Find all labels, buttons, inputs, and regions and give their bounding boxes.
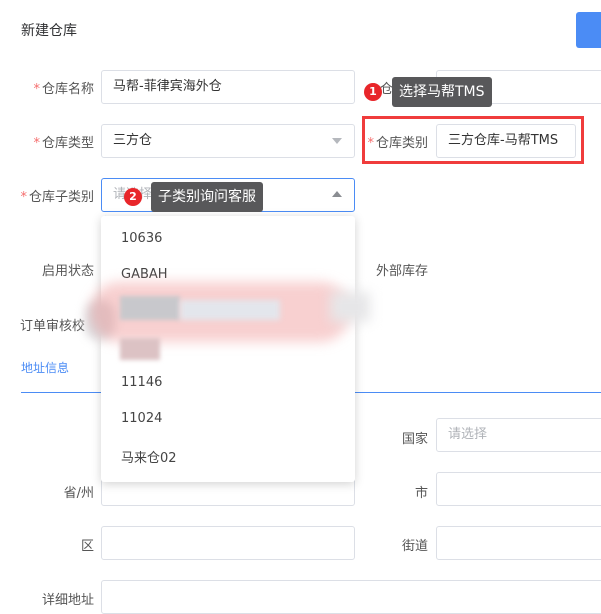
step-tooltip-2: 子类别询问客服 [151, 182, 263, 212]
country-select[interactable]: 请选择 [436, 418, 601, 452]
step-badge-2: 2 [124, 188, 142, 206]
step-tooltip-1: 选择马帮TMS [392, 77, 492, 107]
warehouse-type-select[interactable]: 三方仓 [101, 124, 355, 158]
warehouse-type-value: 三方仓 [113, 133, 153, 148]
primary-button[interactable] [576, 12, 601, 48]
warehouse-type-label: * 仓库类型 [33, 136, 94, 151]
district-label: 区 [80, 539, 94, 554]
enable-status-label: 启用状态 [41, 264, 94, 279]
street-label: 街道 [401, 539, 428, 554]
dropdown-option[interactable]: 11146 [121, 375, 162, 390]
dropdown-option[interactable]: 马来仓02 [121, 447, 177, 466]
dropdown-option[interactable]: GABAH [121, 267, 168, 282]
page-title: 新建仓库 [21, 23, 77, 39]
warehouse-subtype-label: * 仓库子类别 [20, 190, 94, 205]
dropdown-option[interactable]: 11024 [121, 411, 162, 426]
redaction-blur [120, 296, 180, 320]
redaction-blur [330, 292, 370, 322]
dropdown-option[interactable]: 10636 [121, 231, 162, 246]
order-review-label: 订单审核校 [20, 319, 86, 334]
chevron-down-icon [332, 138, 342, 144]
detail-address-label: 详细地址 [41, 593, 94, 608]
street-input[interactable] [436, 526, 601, 560]
external-stock-label: 外部库存 [375, 264, 428, 279]
warehouse-name-input[interactable]: 马帮-菲律宾海外仓 [101, 70, 355, 104]
city-label: 市 [414, 486, 428, 501]
chevron-up-icon [332, 191, 342, 197]
warehouse-name-label: * 仓库名称 [33, 82, 94, 97]
province-label: 省/州 [63, 486, 94, 501]
district-input[interactable] [101, 526, 355, 560]
detail-address-input[interactable] [101, 580, 601, 614]
country-label: 国家 [401, 432, 428, 447]
highlight-box [362, 116, 584, 164]
redaction-blur [120, 338, 160, 360]
redaction-blur [180, 300, 280, 320]
city-input[interactable] [436, 472, 601, 506]
step-badge-1: 1 [364, 83, 382, 101]
address-section-tab[interactable]: 地址信息 [21, 359, 69, 376]
